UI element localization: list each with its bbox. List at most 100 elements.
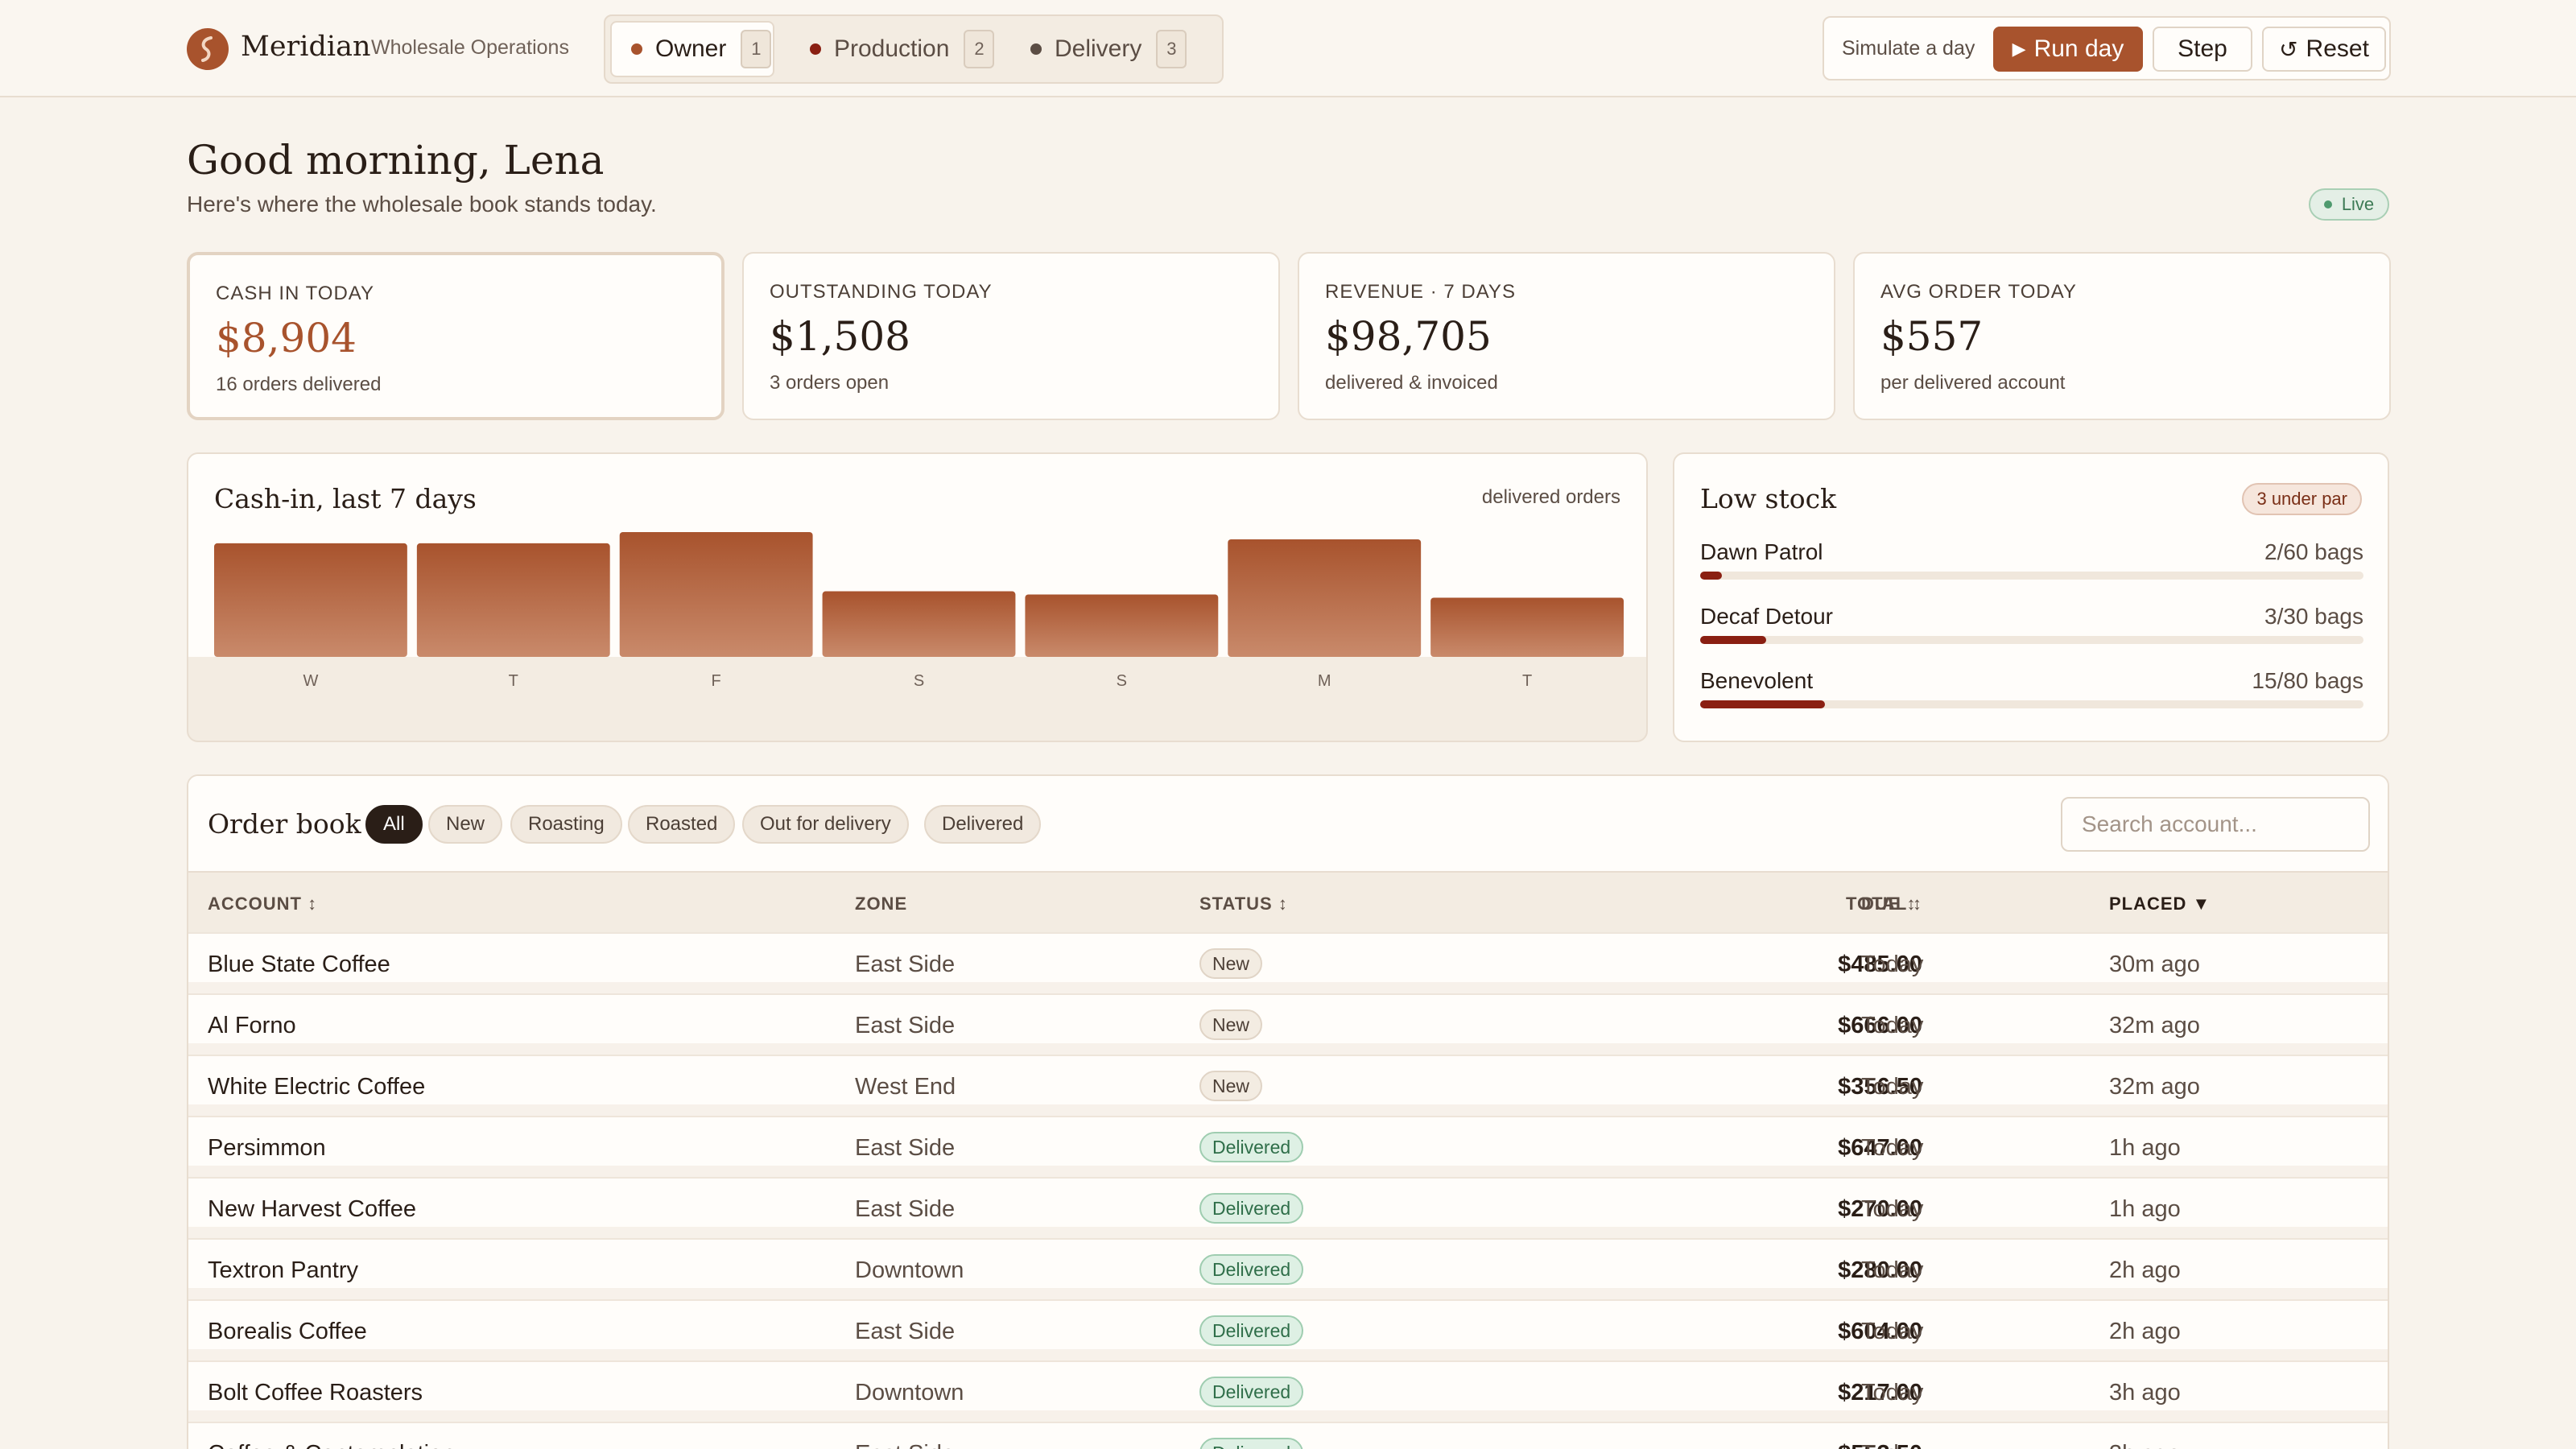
chart-bar (214, 543, 407, 657)
kpi-revenue-7-days[interactable]: REVENUE · 7 DAYS $98,705 delivered & inv… (1298, 252, 1835, 420)
cell-due: Today (1861, 1074, 1924, 1100)
order-book-header: Order book All New Roasting Roasted Out … (188, 776, 2388, 871)
cell-zone: Downtown (855, 1380, 964, 1406)
chart-bar (1025, 594, 1219, 657)
stock-level-track (1700, 572, 2363, 580)
status-badge: Delivered (1199, 1193, 1304, 1224)
cell-zone: East Side (855, 952, 956, 977)
filter-chip-roasted[interactable]: Roasted (628, 805, 736, 844)
filter-chip-delivered[interactable]: Delivered (924, 805, 1042, 844)
cell-placed: 2h ago (2109, 1319, 2181, 1344)
stock-level-fill (1700, 700, 1825, 708)
kpi-subtext: per delivered account (1880, 372, 2066, 394)
role-tab-delivery[interactable]: Delivery 3 (1011, 21, 1212, 77)
kpi-outstanding-today[interactable]: OUTSTANDING TODAY $1,508 3 orders open (742, 252, 1280, 420)
table-row[interactable]: Persimmon East Side Delivered $647.00 Today 1… (188, 1116, 2388, 1177)
table-row[interactable]: Blue State Coffee East Side New $485.00 Toda… (188, 932, 2388, 993)
play-icon: ▶ (2012, 39, 2026, 59)
status-badge: Delivered (1199, 1315, 1304, 1346)
chart-tick-label: S (914, 672, 924, 690)
kpi-value: $557 (1880, 313, 1984, 360)
reset-icon: ↺ (2279, 36, 2298, 62)
table-row[interactable]: Bolt Coffee Roasters Downtown Delivered $21… (188, 1360, 2388, 1422)
low-stock-title: Low stock (1700, 483, 1837, 514)
kpi-cash-in-today[interactable]: CASH IN TODAY $8,904 16 orders delivered (187, 252, 724, 420)
filter-chip-all[interactable]: All (365, 805, 423, 844)
filter-chip-out-for-delivery[interactable]: Out for delivery (742, 805, 909, 844)
role-tab-production[interactable]: Production 2 (791, 21, 1000, 77)
brand-subtitle: Wholesale Operations (371, 36, 569, 59)
chart-bar (416, 543, 610, 657)
chart-bar (1228, 539, 1422, 657)
cell-account: Coffee & Contemplation (208, 1441, 455, 1449)
table-row[interactable]: Textron Pantry Downtown Delivered $280.00 To… (188, 1238, 2388, 1299)
kpi-label: CASH IN TODAY (216, 283, 375, 304)
live-badge: Live (2309, 188, 2389, 221)
role-tab-owner[interactable]: Owner 1 (610, 21, 774, 77)
cell-account: Bolt Coffee Roasters (208, 1380, 423, 1406)
cell-placed: 32m ago (2109, 1074, 2200, 1100)
cell-account: Borealis Coffee (208, 1319, 367, 1344)
reset-button[interactable]: ↺ Reset (2262, 27, 2386, 72)
stock-item-qty: 15/80 bags (2252, 668, 2363, 693)
column-header-placed[interactable]: PLACED ▼ (2109, 894, 2211, 914)
status-badge: New (1199, 1071, 1263, 1101)
order-table-header: ACCOUNT ↕ ZONE STATUS ↕ TOTAL ↕ DUE ↕ PL… (188, 871, 2388, 932)
chart-bar (619, 532, 813, 657)
cell-due: Today (1861, 1196, 1924, 1222)
status-badge: New (1199, 1009, 1263, 1040)
cell-account: Al Forno (208, 1013, 296, 1038)
role-tab-label: Owner (655, 35, 727, 62)
live-label: Live (2341, 194, 2375, 214)
cell-due: Today (1861, 1441, 1923, 1449)
filter-chip-roasting[interactable]: Roasting (510, 805, 622, 844)
column-header-account[interactable]: ACCOUNT ↕ (208, 894, 317, 914)
cash-in-chart-panel: Cash-in, last 7 days delivered orders WT… (187, 452, 1648, 742)
cell-due: Today (1861, 1380, 1924, 1406)
table-row[interactable]: Coffee & Contemplation East Side Delivered… (188, 1422, 2388, 1449)
step-button[interactable]: Step (2153, 27, 2252, 72)
status-badge: New (1199, 948, 1263, 979)
kpi-label: AVG ORDER TODAY (1880, 281, 2077, 303)
step-label: Step (2178, 35, 2227, 62)
chart-bar (1430, 597, 1624, 657)
greeting-title: Good morning, Lena (187, 137, 605, 184)
table-row[interactable]: Borealis Coffee East Side Delivered $604.00… (188, 1299, 2388, 1360)
cell-due: Today (1861, 952, 1924, 977)
cell-due: Today (1861, 1319, 1924, 1344)
account-search-input[interactable] (2061, 797, 2370, 852)
run-day-button[interactable]: ▶ Run day (1993, 27, 2143, 72)
role-tab-count: 3 (1156, 30, 1187, 68)
order-book-panel: Order book All New Roasting Roasted Out … (187, 774, 2389, 1449)
role-dot-icon (631, 43, 642, 55)
cell-zone: West End (855, 1074, 956, 1100)
column-header-due[interactable]: DUE ↕ (1861, 894, 1917, 914)
stock-item-name: Decaf Detour (1700, 604, 1833, 629)
filter-chip-new[interactable]: New (428, 805, 503, 844)
simulation-controls: Simulate a day ▶ Run day Step ↺ Reset (1823, 16, 2391, 80)
cell-due: Today (1861, 1013, 1924, 1038)
order-book-title: Order book (208, 808, 361, 840)
run-day-label: Run day (2033, 35, 2124, 62)
kpi-value: $8,904 (216, 315, 357, 361)
column-header-status[interactable]: STATUS ↕ (1199, 894, 1288, 914)
chart-tick-label: T (509, 672, 518, 690)
table-row[interactable]: New Harvest Coffee East Side Delivered $270… (188, 1177, 2388, 1238)
cell-zone: Downtown (855, 1257, 964, 1283)
cell-placed: 1h ago (2109, 1196, 2181, 1222)
role-tab-count: 2 (964, 30, 995, 68)
status-badge: Delivered (1199, 1254, 1304, 1285)
table-row[interactable]: Al Forno East Side New $666.00 Today 32m ago (188, 993, 2388, 1055)
cell-placed: 3h ago (2109, 1441, 2181, 1449)
cell-account: Blue State Coffee (208, 952, 390, 977)
stock-item-name: Dawn Patrol (1700, 539, 1823, 564)
kpi-avg-order-today[interactable]: AVG ORDER TODAY $557 per delivered accou… (1853, 252, 2391, 420)
cell-placed: 30m ago (2109, 952, 2200, 977)
greeting-subtitle: Here's where the wholesale book stands t… (187, 192, 657, 217)
cell-zone: East Side (855, 1441, 955, 1449)
kpi-label: REVENUE · 7 DAYS (1325, 281, 1516, 303)
table-row[interactable]: White Electric Coffee West End New $356.50 T… (188, 1055, 2388, 1116)
under-par-badge: 3 under par (2242, 483, 2362, 515)
cell-account: New Harvest Coffee (208, 1196, 416, 1222)
status-badge: Delivered (1199, 1132, 1304, 1162)
